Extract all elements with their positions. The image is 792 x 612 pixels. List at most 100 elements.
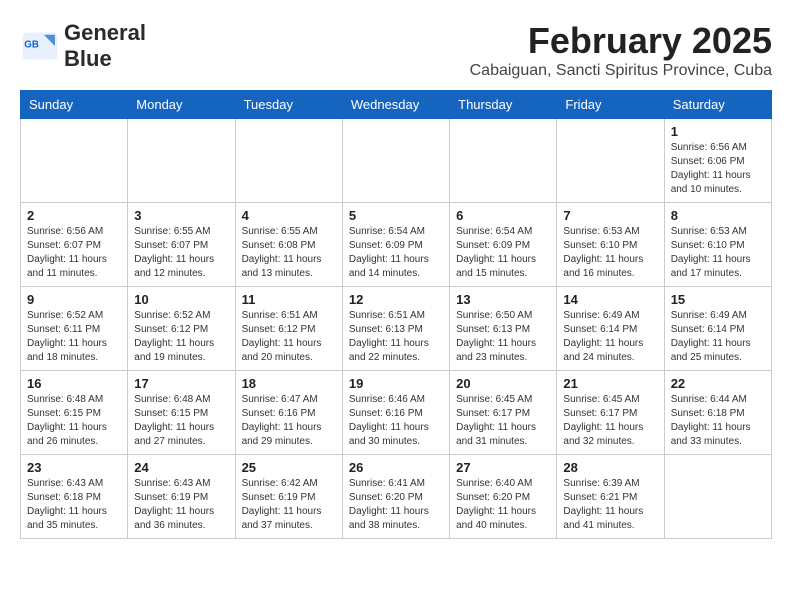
day-number: 22 xyxy=(671,376,765,391)
location-title: Cabaiguan, Sancti Spiritus Province, Cub… xyxy=(470,62,772,80)
day-number: 12 xyxy=(349,292,443,307)
logo-general: General xyxy=(64,20,146,45)
day-info: Sunrise: 6:41 AM Sunset: 6:20 PM Dayligh… xyxy=(349,477,443,533)
calendar-week-5: 23 Sunrise: 6:43 AM Sunset: 6:18 PM Dayli… xyxy=(21,455,772,539)
day-number: 1 xyxy=(671,124,765,139)
calendar-cell: 13Sunrise: 6:50 AM Sunset: 6:13 PM Dayli… xyxy=(450,287,557,371)
calendar-week-3: 9 Sunrise: 6:52 AM Sunset: 6:11 PM Daylig… xyxy=(21,287,772,371)
calendar-cell xyxy=(557,119,664,203)
calendar-cell: 2 Sunrise: 6:56 AM Sunset: 6:07 PM Daylig… xyxy=(21,203,128,287)
weekday-header-friday: Friday xyxy=(557,91,664,119)
calendar-cell: 24 Sunrise: 6:43 AM Sunset: 6:19 PM Dayli… xyxy=(128,455,235,539)
day-number: 18 xyxy=(242,376,336,391)
day-number: 3 xyxy=(134,208,228,223)
calendar-cell: 1 Sunrise: 6:56 AM Sunset: 6:06 PM Daylig… xyxy=(664,119,771,203)
day-number: 5 xyxy=(349,208,443,223)
day-info: Sunrise: 6:51 AM Sunset: 6:13 PM Dayligh… xyxy=(349,309,443,365)
calendar-cell: 22 Sunrise: 6:44 AM Sunset: 6:18 PM Dayli… xyxy=(664,371,771,455)
day-number: 2 xyxy=(27,208,121,223)
calendar-week-4: 16 Sunrise: 6:48 AM Sunset: 6:15 PM Dayli… xyxy=(21,371,772,455)
calendar-cell: 20 Sunrise: 6:45 AM Sunset: 6:17 PM Dayli… xyxy=(450,371,557,455)
day-number: 13 xyxy=(456,292,550,307)
day-info: Sunrise: 6:55 AM Sunset: 6:08 PM Dayligh… xyxy=(242,225,336,281)
calendar-cell: 4 Sunrise: 6:55 AM Sunset: 6:08 PM Daylig… xyxy=(235,203,342,287)
day-number: 16 xyxy=(27,376,121,391)
calendar-cell: 19Sunrise: 6:46 AM Sunset: 6:16 PM Dayli… xyxy=(342,371,449,455)
svg-text:GB: GB xyxy=(24,40,39,51)
calendar-cell: 8 Sunrise: 6:53 AM Sunset: 6:10 PM Daylig… xyxy=(664,203,771,287)
day-info: Sunrise: 6:45 AM Sunset: 6:17 PM Dayligh… xyxy=(456,393,550,449)
day-info: Sunrise: 6:55 AM Sunset: 6:07 PM Dayligh… xyxy=(134,225,228,281)
day-info: Sunrise: 6:47 AM Sunset: 6:16 PM Dayligh… xyxy=(242,393,336,449)
day-number: 23 xyxy=(27,460,121,475)
day-info: Sunrise: 6:42 AM Sunset: 6:19 PM Dayligh… xyxy=(242,477,336,533)
calendar-cell: 27 Sunrise: 6:40 AM Sunset: 6:20 PM Dayli… xyxy=(450,455,557,539)
day-info: Sunrise: 6:48 AM Sunset: 6:15 PM Dayligh… xyxy=(27,393,121,449)
calendar-cell: 21 Sunrise: 6:45 AM Sunset: 6:17 PM Dayli… xyxy=(557,371,664,455)
calendar-cell: 10Sunrise: 6:52 AM Sunset: 6:12 PM Dayli… xyxy=(128,287,235,371)
day-number: 6 xyxy=(456,208,550,223)
day-info: Sunrise: 6:53 AM Sunset: 6:10 PM Dayligh… xyxy=(563,225,657,281)
weekday-header-monday: Monday xyxy=(128,91,235,119)
logo-blue: Blue xyxy=(64,46,112,71)
day-info: Sunrise: 6:43 AM Sunset: 6:18 PM Dayligh… xyxy=(27,477,121,533)
day-info: Sunrise: 6:53 AM Sunset: 6:10 PM Dayligh… xyxy=(671,225,765,281)
calendar-cell: 12 Sunrise: 6:51 AM Sunset: 6:13 PM Dayli… xyxy=(342,287,449,371)
calendar-cell: 14 Sunrise: 6:49 AM Sunset: 6:14 PM Dayli… xyxy=(557,287,664,371)
header: GB General Blue February 2025 Cabaiguan,… xyxy=(20,20,772,80)
day-number: 15 xyxy=(671,292,765,307)
day-number: 19 xyxy=(349,376,443,391)
weekday-header-sunday: Sunday xyxy=(21,91,128,119)
day-number: 7 xyxy=(563,208,657,223)
day-info: Sunrise: 6:43 AM Sunset: 6:19 PM Dayligh… xyxy=(134,477,228,533)
calendar-cell: 11 Sunrise: 6:51 AM Sunset: 6:12 PM Dayli… xyxy=(235,287,342,371)
month-title: February 2025 xyxy=(470,20,772,62)
day-info: Sunrise: 6:52 AM Sunset: 6:11 PM Dayligh… xyxy=(27,309,121,365)
calendar-week-2: 2 Sunrise: 6:56 AM Sunset: 6:07 PM Daylig… xyxy=(21,203,772,287)
weekday-header-thursday: Thursday xyxy=(450,91,557,119)
day-info: Sunrise: 6:45 AM Sunset: 6:17 PM Dayligh… xyxy=(563,393,657,449)
calendar-cell xyxy=(450,119,557,203)
calendar-week-1: 1 Sunrise: 6:56 AM Sunset: 6:06 PM Daylig… xyxy=(21,119,772,203)
day-info: Sunrise: 6:44 AM Sunset: 6:18 PM Dayligh… xyxy=(671,393,765,449)
calendar-cell: 6Sunrise: 6:54 AM Sunset: 6:09 PM Daylig… xyxy=(450,203,557,287)
weekday-header-wednesday: Wednesday xyxy=(342,91,449,119)
day-number: 14 xyxy=(563,292,657,307)
day-info: Sunrise: 6:49 AM Sunset: 6:14 PM Dayligh… xyxy=(563,309,657,365)
day-info: Sunrise: 6:51 AM Sunset: 6:12 PM Dayligh… xyxy=(242,309,336,365)
day-info: Sunrise: 6:54 AM Sunset: 6:09 PM Dayligh… xyxy=(349,225,443,281)
day-number: 24 xyxy=(134,460,228,475)
calendar-cell: 7 Sunrise: 6:53 AM Sunset: 6:10 PM Daylig… xyxy=(557,203,664,287)
day-info: Sunrise: 6:48 AM Sunset: 6:15 PM Dayligh… xyxy=(134,393,228,449)
title-area: February 2025 Cabaiguan, Sancti Spiritus… xyxy=(470,20,772,80)
day-info: Sunrise: 6:40 AM Sunset: 6:20 PM Dayligh… xyxy=(456,477,550,533)
calendar-cell xyxy=(235,119,342,203)
generalblue-icon: GB xyxy=(20,31,60,61)
day-info: Sunrise: 6:56 AM Sunset: 6:06 PM Dayligh… xyxy=(671,141,765,197)
day-number: 27 xyxy=(456,460,550,475)
calendar-cell: 15 Sunrise: 6:49 AM Sunset: 6:14 PM Dayli… xyxy=(664,287,771,371)
day-number: 9 xyxy=(27,292,121,307)
day-info: Sunrise: 6:49 AM Sunset: 6:14 PM Dayligh… xyxy=(671,309,765,365)
day-number: 10 xyxy=(134,292,228,307)
calendar-cell xyxy=(21,119,128,203)
day-number: 17 xyxy=(134,376,228,391)
calendar-cell: 5 Sunrise: 6:54 AM Sunset: 6:09 PM Daylig… xyxy=(342,203,449,287)
weekday-header-row: SundayMondayTuesdayWednesdayThursdayFrid… xyxy=(21,91,772,119)
calendar-cell xyxy=(664,455,771,539)
calendar-cell: 17 Sunrise: 6:48 AM Sunset: 6:15 PM Dayli… xyxy=(128,371,235,455)
day-number: 4 xyxy=(242,208,336,223)
day-number: 11 xyxy=(242,292,336,307)
day-info: Sunrise: 6:39 AM Sunset: 6:21 PM Dayligh… xyxy=(563,477,657,533)
logo: GB General Blue xyxy=(20,20,146,72)
day-number: 25 xyxy=(242,460,336,475)
day-number: 8 xyxy=(671,208,765,223)
calendar-cell: 3 Sunrise: 6:55 AM Sunset: 6:07 PM Daylig… xyxy=(128,203,235,287)
day-number: 21 xyxy=(563,376,657,391)
calendar-cell: 26 Sunrise: 6:41 AM Sunset: 6:20 PM Dayli… xyxy=(342,455,449,539)
calendar-cell: 28Sunrise: 6:39 AM Sunset: 6:21 PM Dayli… xyxy=(557,455,664,539)
weekday-header-tuesday: Tuesday xyxy=(235,91,342,119)
day-number: 20 xyxy=(456,376,550,391)
day-number: 26 xyxy=(349,460,443,475)
day-info: Sunrise: 6:56 AM Sunset: 6:07 PM Dayligh… xyxy=(27,225,121,281)
